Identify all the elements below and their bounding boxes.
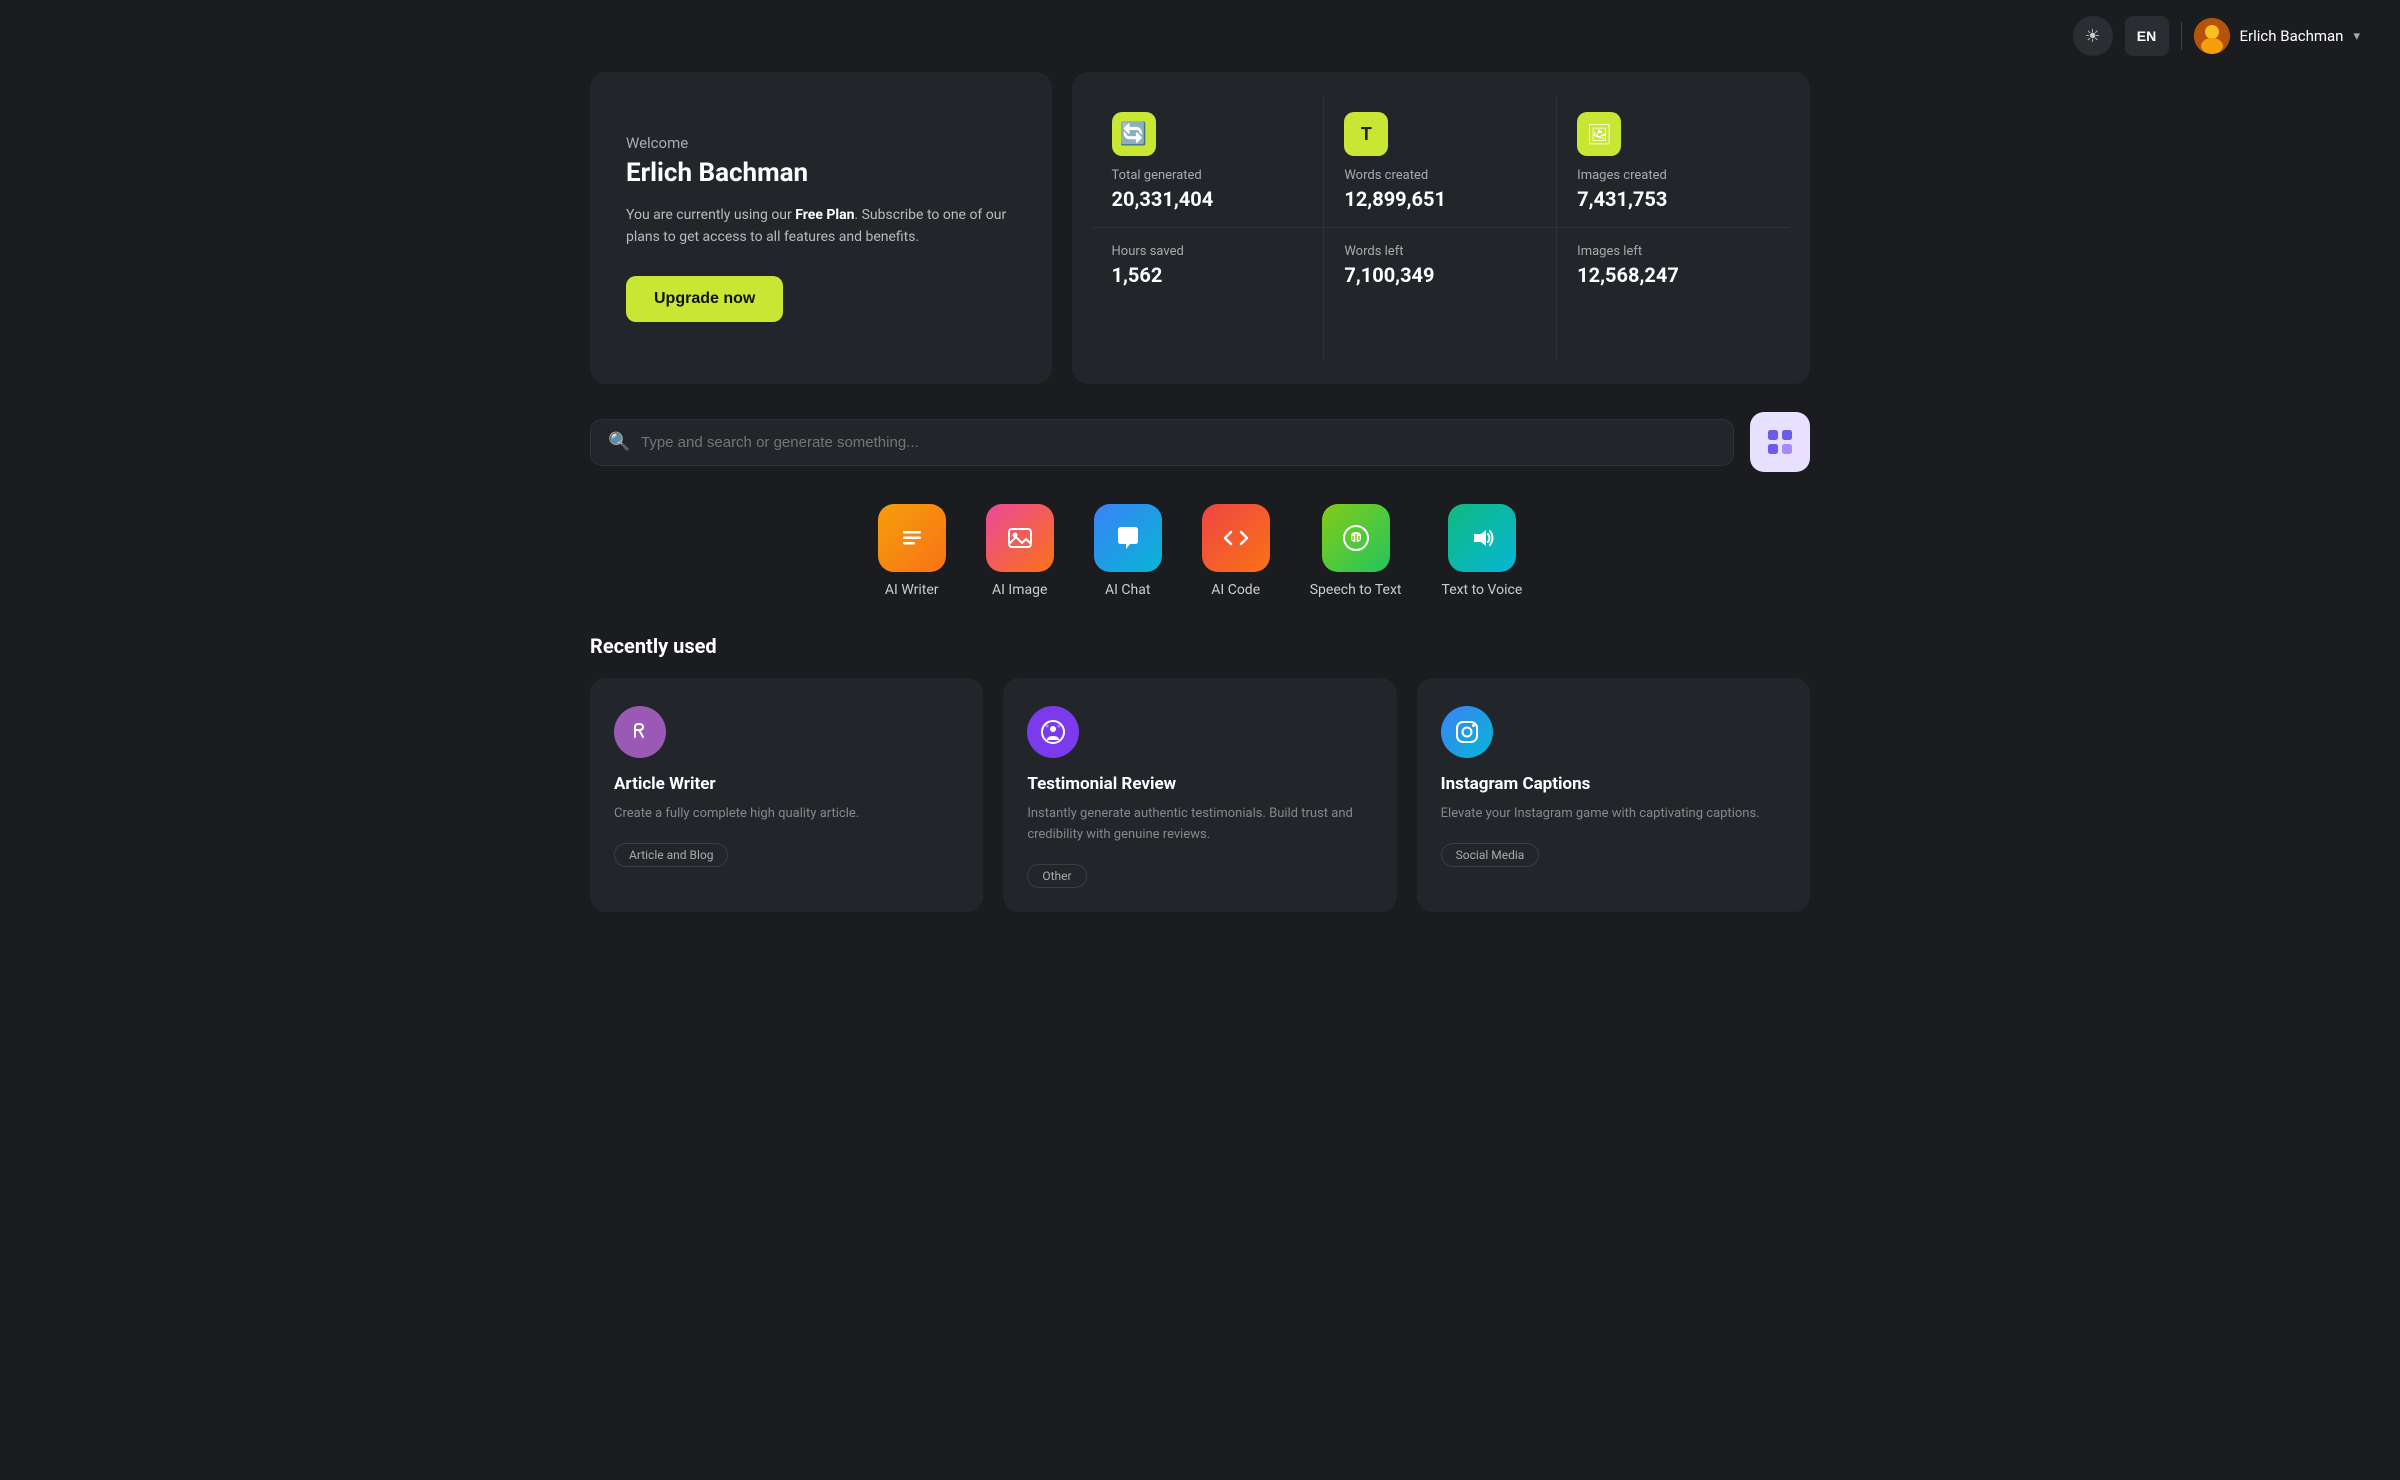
welcome-text: You are currently using our Free Plan. S… — [626, 204, 1016, 249]
recently-used-cards: Article Writer Create a fully complete h… — [590, 678, 1810, 912]
article-writer-card-icon — [614, 706, 666, 758]
username-label: Erlich Bachman — [2240, 27, 2344, 45]
feature-ai-chat[interactable]: AI Chat — [1094, 504, 1162, 598]
speech-to-text-icon — [1322, 504, 1390, 572]
recently-used-section: Recently used Article Writer Create a fu… — [590, 634, 1810, 912]
ai-chat-label: AI Chat — [1105, 582, 1150, 598]
stat-words-left-label: Words left — [1344, 244, 1536, 259]
stat-hours-value: 1,562 — [1112, 263, 1304, 287]
ai-writer-label: AI Writer — [885, 582, 939, 598]
stat-total-value: 20,331,404 — [1112, 187, 1304, 211]
feature-text-to-voice[interactable]: Text to Voice — [1442, 504, 1523, 598]
search-row: 🔍 — [590, 412, 1810, 472]
ai-code-icon — [1202, 504, 1270, 572]
instagram-captions-card-desc: Elevate your Instagram game with captiva… — [1441, 804, 1786, 825]
testimonial-review-card-title: Testimonial Review — [1027, 774, 1372, 794]
stat-total-generated: 🔄 Total generated 20,331,404 — [1092, 96, 1325, 228]
sun-icon: ☀ — [2084, 26, 2100, 47]
grid-icon — [1766, 428, 1794, 456]
welcome-label: Welcome — [626, 134, 1016, 152]
search-input[interactable] — [590, 419, 1734, 466]
ai-chat-icon — [1094, 504, 1162, 572]
feature-speech-to-text[interactable]: Speech to Text — [1310, 504, 1402, 598]
theme-toggle-button[interactable]: ☀ — [2073, 16, 2113, 56]
welcome-text-before: You are currently using our — [626, 207, 795, 223]
stat-refresh-icon: 🔄 — [1112, 112, 1156, 156]
article-writer-card-desc: Create a fully complete high quality art… — [614, 804, 959, 825]
stat-hours-saved: Hours saved 1,562 — [1092, 228, 1325, 360]
welcome-bold: Free Plan — [795, 207, 854, 223]
topnav: ☀ EN Erlich Bachman ▾ — [0, 0, 2400, 72]
ai-writer-icon — [878, 504, 946, 572]
stat-images-icon: 🖼 — [1577, 112, 1621, 156]
avatar — [2194, 18, 2230, 54]
instagram-captions-card-icon — [1441, 706, 1493, 758]
stat-images-left-label: Images left — [1577, 244, 1770, 259]
nav-divider — [2181, 22, 2182, 50]
grid-view-button[interactable] — [1750, 412, 1810, 472]
stat-words-created: T Words created 12,899,651 — [1324, 96, 1557, 228]
article-writer-card[interactable]: Article Writer Create a fully complete h… — [590, 678, 983, 912]
speech-to-text-label: Speech to Text — [1310, 582, 1402, 598]
stat-images-created: 🖼 Images created 7,431,753 — [1557, 96, 1790, 228]
stat-words-created-label: Words created — [1344, 168, 1536, 183]
stat-words-left-value: 7,100,349 — [1344, 263, 1536, 287]
testimonial-review-card[interactable]: Testimonial Review Instantly generate au… — [1003, 678, 1396, 912]
stats-card: 🔄 Total generated 20,331,404 T Words cre… — [1072, 72, 1810, 384]
text-to-voice-icon — [1448, 504, 1516, 572]
ai-image-label: AI Image — [992, 582, 1047, 598]
feature-ai-writer[interactable]: AI Writer — [878, 504, 946, 598]
stat-images-created-value: 7,431,753 — [1577, 187, 1770, 211]
chevron-down-icon: ▾ — [2353, 29, 2360, 44]
welcome-name: Erlich Bachman — [626, 158, 1016, 188]
article-writer-card-tag: Article and Blog — [614, 843, 728, 867]
stat-words-left: Words left 7,100,349 — [1324, 228, 1557, 360]
search-icon: 🔍 — [608, 432, 630, 453]
text-to-voice-label: Text to Voice — [1442, 582, 1523, 598]
recently-used-title: Recently used — [590, 634, 1810, 658]
feature-ai-image[interactable]: AI Image — [986, 504, 1054, 598]
instagram-captions-card[interactable]: Instagram Captions Elevate your Instagra… — [1417, 678, 1810, 912]
instagram-captions-card-title: Instagram Captions — [1441, 774, 1786, 794]
top-row: Welcome Erlich Bachman You are currently… — [590, 72, 1810, 384]
article-writer-card-title: Article Writer — [614, 774, 959, 794]
stat-total-label: Total generated — [1112, 168, 1304, 183]
stat-images-left: Images left 12,568,247 — [1557, 228, 1790, 360]
search-input-wrap: 🔍 — [590, 419, 1734, 466]
testimonial-review-card-icon — [1027, 706, 1079, 758]
ai-image-icon — [986, 504, 1054, 572]
upgrade-now-button[interactable]: Upgrade now — [626, 276, 783, 322]
language-selector-button[interactable]: EN — [2125, 16, 2169, 56]
main-content: Welcome Erlich Bachman You are currently… — [550, 72, 1850, 952]
stat-images-left-value: 12,568,247 — [1577, 263, 1770, 287]
user-menu[interactable]: Erlich Bachman ▾ — [2194, 18, 2360, 54]
feature-ai-code[interactable]: AI Code — [1202, 504, 1270, 598]
stat-words-created-value: 12,899,651 — [1344, 187, 1536, 211]
testimonial-review-card-tag: Other — [1027, 864, 1086, 888]
testimonial-review-card-desc: Instantly generate authentic testimonial… — [1027, 804, 1372, 846]
welcome-card: Welcome Erlich Bachman You are currently… — [590, 72, 1052, 384]
stat-images-created-label: Images created — [1577, 168, 1770, 183]
stat-hours-label: Hours saved — [1112, 244, 1304, 259]
ai-code-label: AI Code — [1211, 582, 1260, 598]
stat-words-icon: T — [1344, 112, 1388, 156]
instagram-captions-card-tag: Social Media — [1441, 843, 1540, 867]
features-row: AI Writer AI Image AI Chat — [590, 504, 1810, 598]
